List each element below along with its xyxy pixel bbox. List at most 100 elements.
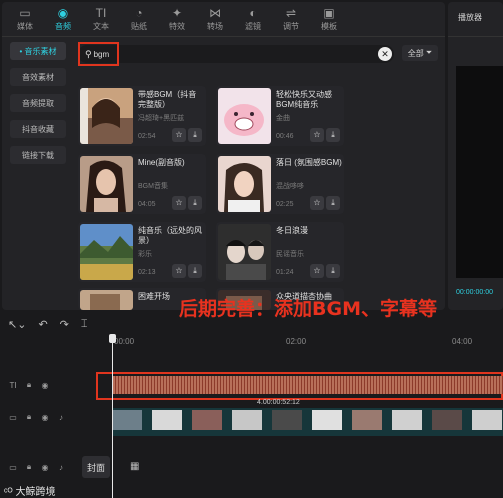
divider [448,36,503,37]
favorite-star-icon[interactable]: ☆ [310,196,324,210]
text-track-controls: TI 🔒︎ ◉ [8,380,50,390]
cover-image [80,224,133,280]
mute-icon[interactable]: ♪ [56,413,66,422]
lock-icon[interactable]: 🔒︎ [24,412,34,422]
favorite-star-icon[interactable]: ☆ [172,128,186,142]
track-duration: 04:05 [138,201,156,208]
redo-icon[interactable]: ↷ [60,318,69,331]
track-artist: 冯超琦+黑匹兹 [138,115,185,122]
video-frame [352,410,382,430]
track-artist: 彩乐 [138,251,152,258]
track-artist: BGM音集 [138,183,168,190]
watermark-text: 大鲸跨境 [15,487,56,498]
download-icon[interactable]: ⤓ [326,196,340,210]
tab-template[interactable]: ▣ 模板 [310,2,348,36]
media-icon: ▭ [19,5,31,20]
tab-audio[interactable]: ◉ 音频 [44,2,82,36]
track-duration: 02:13 [138,269,156,276]
tab-label: 文本 [93,21,109,31]
audio-icon: ◉ [57,5,69,20]
playhead[interactable] [112,334,113,498]
tab-label: 滤镜 [245,21,261,31]
video-frame [232,410,262,430]
clear-search-button[interactable]: ✕ [378,47,392,61]
text-track-clip[interactable] [112,376,503,394]
video-frame [392,410,422,430]
tab-adjust[interactable]: ⇌ 调节 [272,2,310,36]
download-icon[interactable]: ⤓ [188,264,202,278]
ruler-tick: 00:00 [114,337,135,346]
cover-button[interactable]: 封面 [82,456,110,478]
adjust-icon: ⇌ [285,5,297,20]
video-frame [112,410,142,430]
video-clip-info: 4.00:00:52:12 [257,399,300,406]
timeline-ruler[interactable]: 00:00 02:00 04:00 [112,334,503,348]
track-title: 冬日浪漫 [276,226,308,235]
tab-label: 音频 [55,21,71,31]
search-input[interactable]: ⚲ bgm [78,42,119,66]
favorite-star-icon[interactable]: ☆ [310,264,324,278]
video-frame [432,410,462,430]
search-icon: ⚲ [85,48,92,59]
music-card[interactable]: 纯音乐（远处的风景） 彩乐 02:13 ☆ ⤓ [78,222,206,282]
cover-track-controls: ▭ 🔒︎ ◉ ♪ [8,462,66,472]
tab-label: 调节 [283,21,299,31]
sidebar-item-douyin-favorites[interactable]: 抖音收藏 [10,120,66,138]
music-card[interactable]: 落日 (氛围感BGM) 混战哆哆 02:25 ☆ ⤓ [216,154,344,214]
visibility-eye-icon[interactable]: ◉ [40,413,50,422]
tab-sticker[interactable]: ◔ 贴纸 [120,2,158,36]
media-library-panel: ▭ 媒体 ◉ 音频 TI 文本 ◔ 贴纸 ✦ 特效 ⋈ 转场 ◐ 滤镜 ⇌ 调节 ▣ 模板 • 音… [2,2,445,310]
favorite-star-icon[interactable]: ☆ [172,264,186,278]
music-card[interactable]: 冬日浪漫 民谣音乐 01:24 ☆ ⤓ [216,222,344,282]
cover-image [80,290,133,310]
tab-label: 模板 [321,21,337,31]
tab-transition[interactable]: ⋈ 转场 [196,2,234,36]
lock-icon[interactable]: 🔒︎ [24,462,34,472]
sidebar-item-music[interactable]: • 音乐素材 [10,42,66,60]
split-icon[interactable]: ⌶ [81,318,88,331]
download-icon[interactable]: ⤓ [326,128,340,142]
video-frame [272,410,302,430]
sidebar-item-audio-extract[interactable]: 音频提取 [10,94,66,112]
music-card[interactable]: 带感BGM（抖音完整版） 冯超琦+黑匹兹 02:54 ☆ ⤓ [78,86,206,146]
playhead-handle[interactable] [109,334,116,343]
tab-effects[interactable]: ✦ 特效 [158,2,196,36]
track-title: 落日 (氛围感BGM) [276,158,342,167]
tab-filter[interactable]: ◐ 滤镜 [234,2,272,36]
music-card[interactable]: 轻松快乐又动感BGM纯音乐 金曲 00:46 ☆ ⤓ [216,86,344,146]
tab-label: 特效 [169,21,185,31]
ruler-tick: 02:00 [286,337,307,346]
search-bar[interactable]: ⚲ bgm ✕ [78,42,394,66]
effects-icon: ✦ [171,5,183,20]
text-icon: TI [95,5,107,20]
visibility-eye-icon[interactable]: ◉ [40,463,50,472]
preview-screen[interactable] [456,66,503,278]
filter-label: 全部 [407,48,424,58]
filter-dropdown[interactable]: 全部 ⏷ [402,45,438,61]
tab-text[interactable]: TI 文本 [82,2,120,36]
music-card[interactable]: Mine(副音版) BGM音集 04:05 ☆ ⤓ [78,154,206,214]
watermark-logo: ᶜᴼ 大鲸跨境 [4,483,55,498]
tab-label: 转场 [207,21,223,31]
tab-media[interactable]: ▭ 媒体 [6,2,44,36]
sidebar-item-sound-effects[interactable]: 音效素材 [10,68,66,86]
filter-icon: ◐ [249,5,257,20]
select-tool-icon[interactable]: ↖⌄ [8,318,26,331]
download-icon[interactable]: ⤓ [326,264,340,278]
lock-icon[interactable]: 🔒︎ [24,380,34,390]
track-artist: 金曲 [276,115,290,122]
track-duration: 02:54 [138,133,156,140]
download-icon[interactable]: ⤓ [188,196,202,210]
player-panel: 播放器 00:00:00:00 [448,2,503,310]
track-artist: 民谣音乐 [276,251,304,258]
logo-icon: ᶜᴼ [4,487,13,498]
sidebar-item-link-download[interactable]: 链接下载 [10,146,66,164]
undo-icon[interactable]: ↶ [38,318,47,331]
visibility-eye-icon[interactable]: ◉ [40,381,50,390]
video-track-clip[interactable] [112,408,503,436]
favorite-star-icon[interactable]: ☆ [172,196,186,210]
mute-icon[interactable]: ♪ [56,463,66,472]
favorite-star-icon[interactable]: ☆ [310,128,324,142]
download-icon[interactable]: ⤓ [188,128,202,142]
video-frame [312,410,342,430]
